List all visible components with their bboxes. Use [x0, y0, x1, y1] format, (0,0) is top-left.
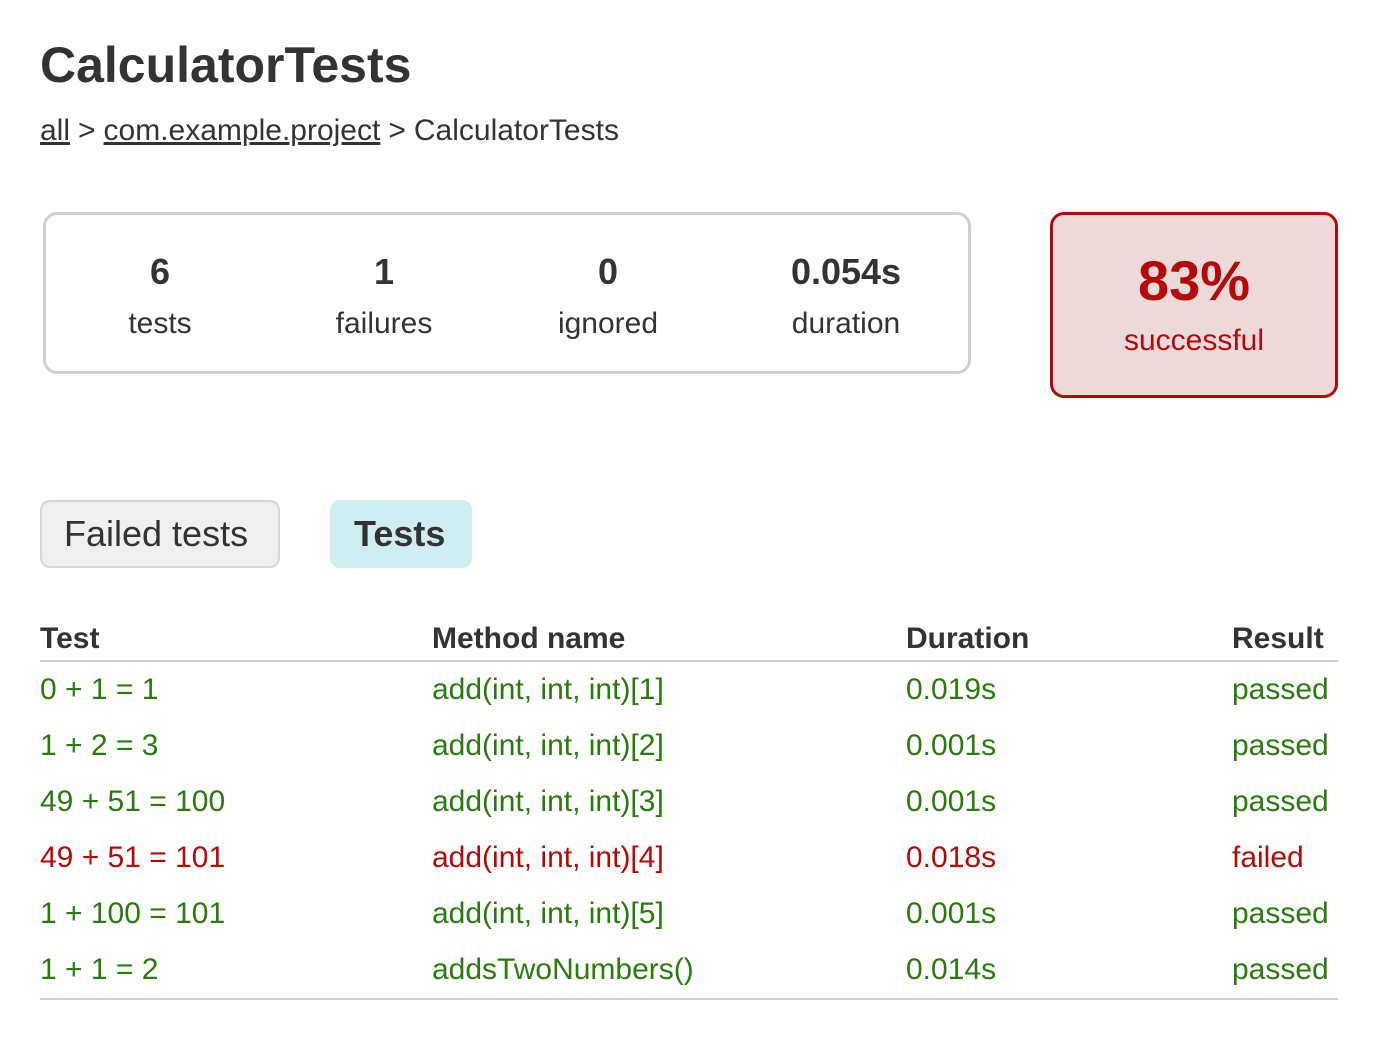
test-name: 49 + 51 = 101: [40, 841, 226, 874]
test-duration: 0.018s: [906, 841, 997, 874]
header-method-name: Method name: [432, 618, 906, 662]
ignored-count: 0: [597, 251, 619, 292]
test-result: failed: [1232, 841, 1304, 874]
test-duration: 0.001s: [906, 897, 997, 930]
failures-count: 1: [373, 251, 395, 292]
table-header-row: Test Method name Duration Result: [40, 618, 1338, 662]
tab-failed-tests[interactable]: Failed tests: [40, 500, 280, 568]
page-title: CalculatorTests: [40, 37, 412, 93]
summary-box: 6 tests 1 failures 0 ignored 0.054s dura…: [43, 212, 971, 374]
test-name: 1 + 1 = 2: [40, 942, 432, 1000]
method-name: add(int, int, int)[4]: [432, 841, 664, 874]
breadcrumb-link-all[interactable]: all: [40, 114, 70, 147]
breadcrumb-separator: >: [388, 114, 406, 147]
test-name: 49 + 51 = 100: [40, 785, 226, 818]
method-name: add(int, int, int)[3]: [432, 785, 664, 818]
test-name: 0 + 1 = 1: [40, 673, 159, 706]
ignored-label: ignored: [557, 307, 659, 340]
table-row: 1 + 100 = 101 add(int, int, int)[5] 0.00…: [40, 886, 1338, 942]
test-result: passed: [1232, 729, 1329, 762]
tests-counter: 6 tests: [60, 250, 260, 344]
failures-counter: 1 failures: [284, 250, 484, 344]
method-name: addsTwoNumbers(): [432, 942, 906, 1000]
header-duration: Duration: [906, 618, 1232, 662]
tab-tests[interactable]: Tests: [330, 500, 472, 568]
test-name: 1 + 2 = 3: [40, 729, 159, 762]
ignored-counter: 0 ignored: [508, 250, 708, 344]
duration-label: duration: [791, 307, 901, 340]
test-results-table: Test Method name Duration Result 0 + 1 =…: [40, 618, 1338, 1000]
duration-value: 0.054s: [790, 251, 902, 292]
breadcrumb-current: CalculatorTests: [413, 114, 619, 147]
test-duration: 0.001s: [906, 785, 997, 818]
header-result: Result: [1232, 618, 1338, 662]
success-label: successful: [1123, 324, 1265, 357]
method-name: add(int, int, int)[2]: [432, 729, 664, 762]
test-result: passed: [1232, 942, 1338, 1000]
failures-label: failures: [335, 307, 433, 340]
test-duration: 0.019s: [906, 673, 997, 706]
header-test: Test: [40, 618, 432, 662]
test-name: 1 + 100 = 101: [40, 897, 226, 930]
tests-count: 6: [149, 251, 171, 292]
table-row: 0 + 1 = 1 add(int, int, int)[1] 0.019s p…: [40, 661, 1338, 718]
method-name: add(int, int, int)[5]: [432, 897, 664, 930]
table-row: 1 + 1 = 2 addsTwoNumbers() 0.014s passed: [40, 942, 1338, 1000]
method-name: add(int, int, int)[1]: [432, 673, 664, 706]
test-result: passed: [1232, 897, 1329, 930]
test-result: passed: [1232, 785, 1329, 818]
success-percent: 83%: [1137, 249, 1251, 312]
success-rate-box: 83% successful: [1050, 212, 1338, 398]
tests-label: tests: [128, 307, 192, 340]
table-row: 49 + 51 = 101 add(int, int, int)[4] 0.01…: [40, 830, 1338, 886]
breadcrumb-separator: >: [78, 114, 96, 147]
test-duration: 0.014s: [906, 942, 1232, 1000]
breadcrumb-link-package[interactable]: com.example.project: [104, 114, 381, 147]
table-row: 1 + 2 = 3 add(int, int, int)[2] 0.001s p…: [40, 718, 1338, 774]
duration-counter: 0.054s duration: [746, 250, 946, 344]
test-duration: 0.001s: [906, 729, 997, 762]
test-result: passed: [1232, 673, 1329, 706]
table-row: 49 + 51 = 100 add(int, int, int)[3] 0.00…: [40, 774, 1338, 830]
breadcrumb: all > com.example.project > CalculatorTests: [40, 113, 619, 149]
